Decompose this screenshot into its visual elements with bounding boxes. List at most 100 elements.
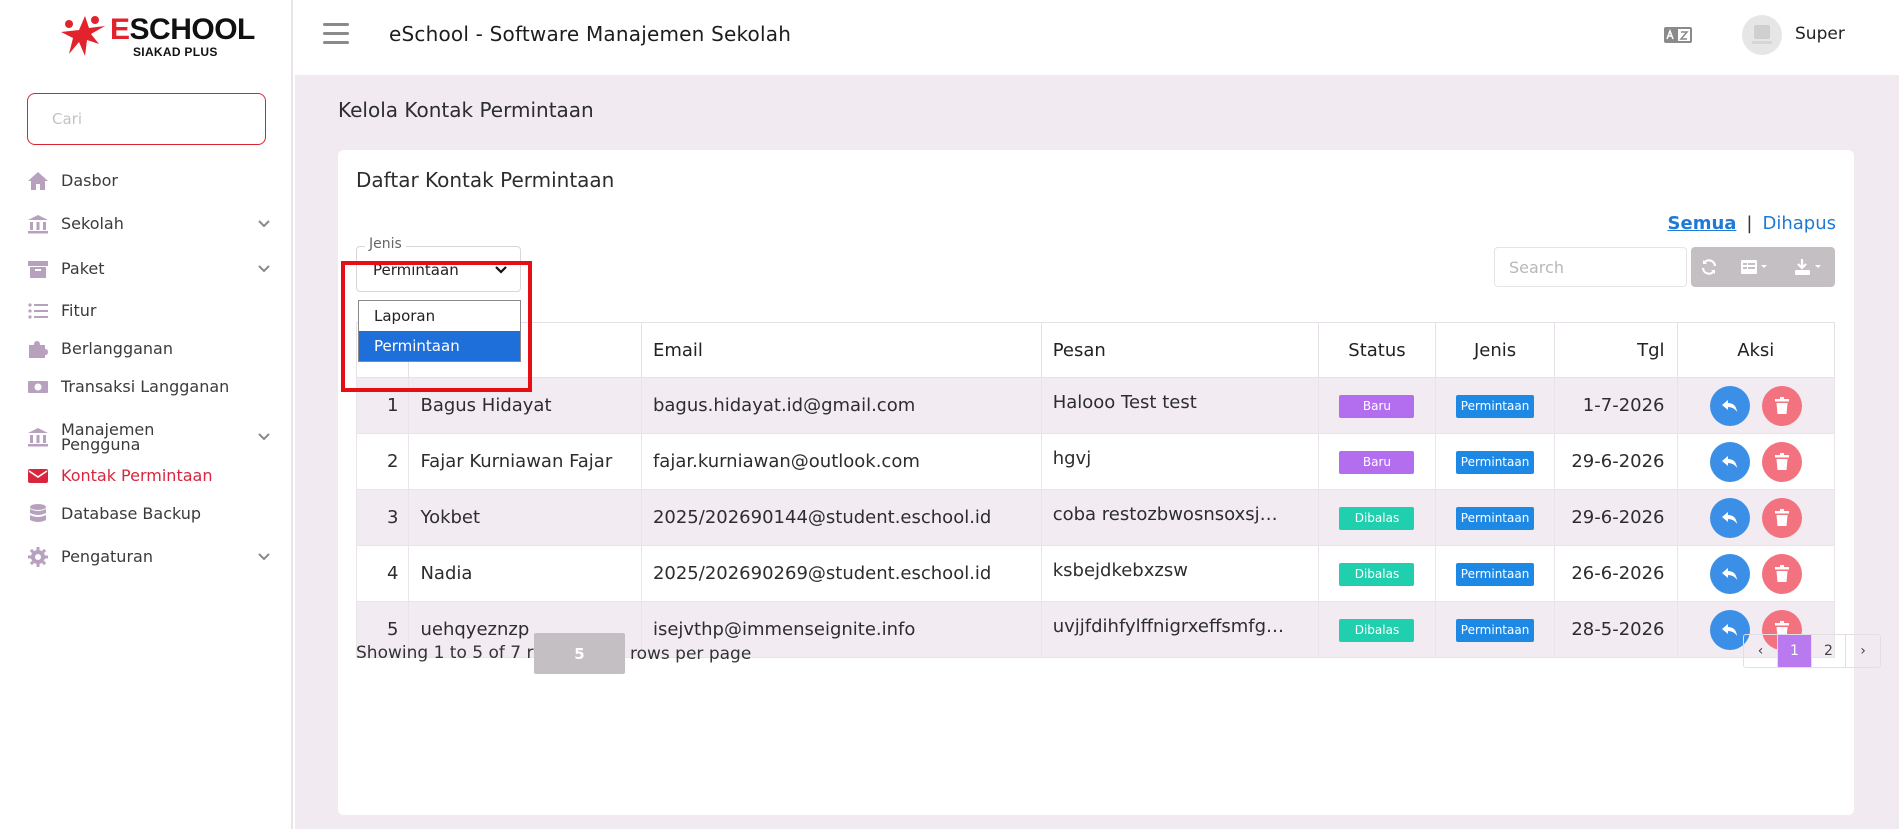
table-row: 3 Yokbet 2025/202690144@student.eschool.…	[355, 489, 1835, 546]
cell-tgl: 29-6-2026	[1554, 489, 1678, 546]
cell-nama: Nadia	[408, 545, 642, 602]
sidebar-item-kontak-permintaan[interactable]: Kontak Permintaan	[27, 462, 272, 490]
header-jenis[interactable]: Jenis	[1434, 322, 1556, 378]
sidebar-item-sekolah[interactable]: Sekolah	[27, 210, 272, 238]
package-icon	[27, 258, 49, 280]
cell-pesan: uvjjfdihfylffnigrxeffsmfg…	[1040, 601, 1320, 658]
view-separator: |	[1746, 213, 1753, 234]
sidebar-item-dasbor[interactable]: Dasbor	[27, 167, 272, 195]
mail-icon	[27, 465, 49, 487]
avatar[interactable]	[1742, 15, 1782, 55]
cell-pesan: coba restozbwosnsoxsj…	[1040, 489, 1320, 546]
table-row: 1 Bagus Hidayat bagus.hidayat.id@gmail.c…	[355, 377, 1835, 434]
trash-icon	[1774, 396, 1789, 414]
header-tgl[interactable]: Tgl	[1554, 322, 1678, 378]
delete-button[interactable]	[1761, 385, 1802, 426]
home-icon	[27, 170, 49, 192]
rows-per-page-label: rows per page	[630, 644, 752, 664]
refresh-button[interactable]	[1691, 247, 1727, 287]
status-badge: Baru	[1339, 394, 1415, 418]
cell-nama: Bagus Hidayat	[408, 377, 642, 434]
jenis-filter-label: Jenis	[365, 236, 406, 252]
trash-icon	[1774, 564, 1789, 582]
cell-nama: Fajar Kurniawan Fajar	[408, 433, 642, 490]
cell-email: 2025/202690144@student.eschool.id	[640, 489, 1042, 546]
reply-icon	[1721, 399, 1737, 412]
money-icon	[27, 376, 49, 398]
pagination: ‹ 1 2 ›	[1743, 634, 1881, 668]
hamburger-menu-icon[interactable]	[323, 23, 349, 45]
view-all-link[interactable]: Semua	[1668, 213, 1737, 234]
refresh-icon	[1701, 259, 1717, 275]
jenis-option-permintaan[interactable]: Permintaan	[359, 331, 520, 361]
users-icon	[27, 426, 49, 448]
language-icon[interactable]	[1663, 24, 1693, 46]
header-status[interactable]: Status	[1318, 322, 1436, 378]
contact-list-card: Daftar Kontak Permintaan Semua | Dihapus J…	[338, 150, 1881, 815]
chevron-down-icon	[258, 433, 270, 441]
columns-toggle-button[interactable]	[1727, 247, 1781, 287]
status-badge: Dibalas	[1339, 562, 1415, 586]
sidebar-item-label: Manajemen Pengguna	[61, 420, 155, 454]
app-title: eSchool - Software Manajemen Sekolah	[389, 22, 792, 46]
sidebar-item-label: Paket	[61, 259, 105, 278]
logo-mark-icon	[61, 16, 105, 56]
cell-no: 1	[355, 377, 410, 434]
table-search-input[interactable]	[1494, 247, 1687, 287]
sidebar-item-label: Database Backup	[61, 504, 202, 523]
sidebar-item-paket[interactable]: Paket	[27, 255, 272, 283]
contact-table: Email Pesan Status Jenis Tgl Aksi 1 Bagu…	[355, 322, 1835, 658]
list-icon	[27, 300, 49, 322]
jenis-option-laporan[interactable]: Laporan	[359, 301, 520, 331]
reply-button[interactable]	[1709, 553, 1750, 594]
sidebar-item-database-backup[interactable]: Database Backup	[27, 500, 272, 528]
user-name[interactable]: Super	[1795, 24, 1845, 44]
delete-button[interactable]	[1761, 497, 1802, 538]
eschool-logo[interactable]: ESCHOOL SIAKAD PLUS	[55, 12, 255, 60]
sidebar-item-label: Sekolah	[61, 214, 124, 233]
view-deleted-link[interactable]: Dihapus	[1762, 213, 1836, 234]
reply-button[interactable]	[1709, 497, 1750, 538]
logo-subtitle: SIAKAD PLUS	[133, 45, 218, 59]
view-filter-links: Semua | Dihapus	[1668, 213, 1836, 234]
status-badge: Dibalas	[1339, 618, 1415, 642]
logo-brand-rest: SCHOOL	[129, 13, 256, 46]
pager-page-2[interactable]: 2	[1812, 635, 1846, 667]
pager-page-1[interactable]: 1	[1778, 635, 1812, 667]
jenis-filter-select[interactable]: Jenis Permintaan	[356, 236, 521, 292]
card-title: Daftar Kontak Permintaan	[356, 168, 615, 192]
sidebar-item-transaksi-langganan[interactable]: Transaksi Langganan	[27, 373, 272, 401]
sidebar-item-label: Transaksi Langganan	[61, 377, 230, 396]
table-header-row: Email Pesan Status Jenis Tgl Aksi	[355, 322, 1835, 378]
page-size-select[interactable]: 5	[534, 633, 625, 674]
sidebar-item-berlangganan[interactable]: Berlangganan	[27, 335, 272, 363]
cell-no: 2	[355, 433, 410, 490]
reply-button[interactable]	[1709, 441, 1750, 482]
cell-no: 4	[355, 545, 410, 602]
cell-email: 2025/202690269@student.eschool.id	[640, 545, 1042, 602]
sidebar: ESCHOOL SIAKAD PLUS Dasbor Sekolah Paket…	[0, 0, 293, 829]
sidebar-item-label: Berlangganan	[61, 339, 173, 358]
export-button[interactable]	[1781, 247, 1835, 287]
jenis-badge: Permintaan	[1456, 506, 1535, 530]
table-row: 4 Nadia 2025/202690269@student.eschool.i…	[355, 545, 1835, 602]
sidebar-item-fitur[interactable]: Fitur	[27, 297, 272, 325]
header-email[interactable]: Email	[640, 322, 1042, 378]
cell-email: fajar.kurniawan@outlook.com	[640, 433, 1042, 490]
reply-icon	[1721, 567, 1737, 580]
reply-button[interactable]	[1709, 385, 1750, 426]
pager-prev-button[interactable]: ‹	[1744, 635, 1778, 667]
header-aksi: Aksi	[1676, 322, 1835, 378]
status-badge: Baru	[1339, 450, 1415, 474]
sidebar-item-label: Dasbor	[61, 171, 118, 190]
delete-button[interactable]	[1761, 441, 1802, 482]
cell-tgl: 28-5-2026	[1554, 601, 1678, 658]
delete-button[interactable]	[1761, 553, 1802, 594]
header-pesan[interactable]: Pesan	[1040, 322, 1320, 378]
sidebar-search-input[interactable]	[27, 93, 266, 145]
cell-pesan: ksbejdkebxzsw	[1040, 545, 1320, 602]
sidebar-item-manajemen-pengguna[interactable]: Manajemen Pengguna	[27, 419, 272, 455]
sidebar-item-pengaturan[interactable]: Pengaturan	[27, 543, 272, 571]
pager-next-button[interactable]: ›	[1846, 635, 1880, 667]
database-icon	[27, 503, 49, 525]
